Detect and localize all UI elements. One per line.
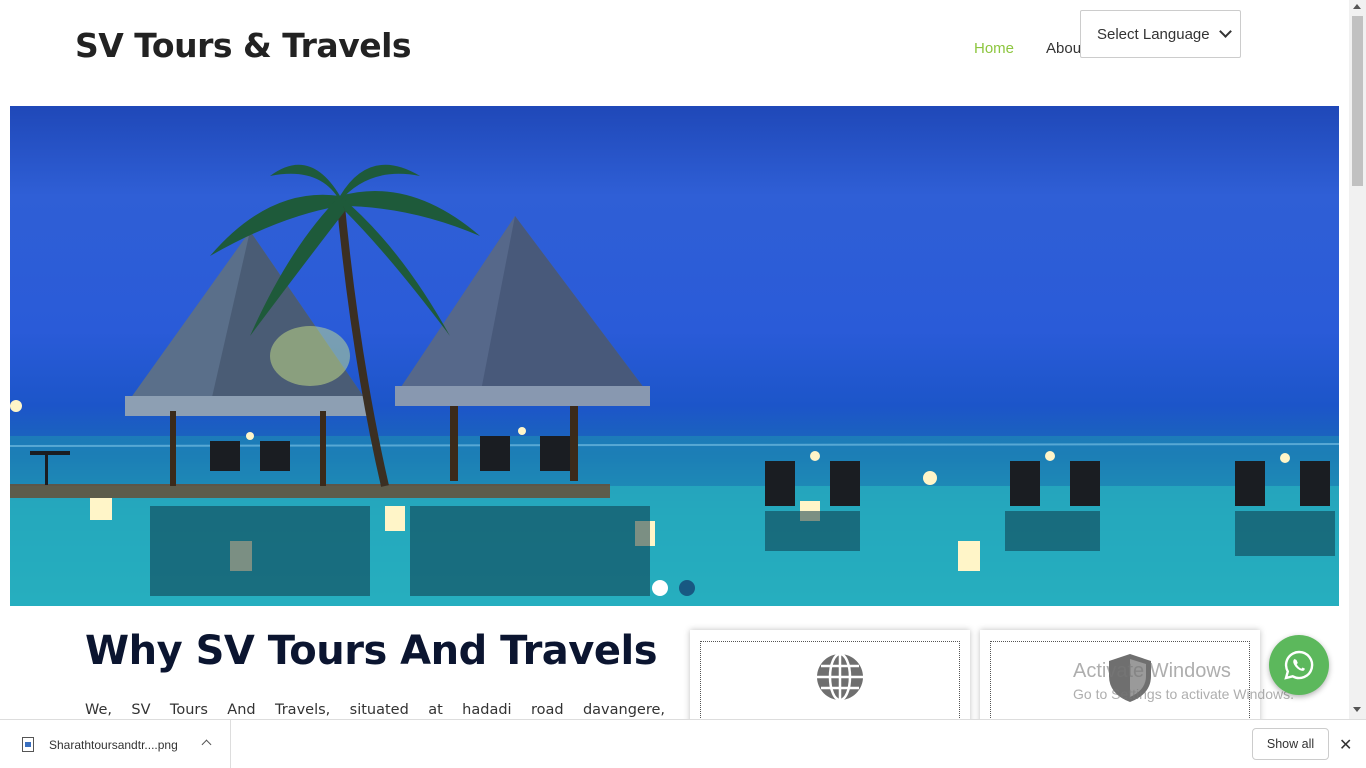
activate-windows-watermark: Activate Windows Go to Settings to activ…: [1073, 660, 1294, 702]
download-filename: Sharathtoursandtr....png: [49, 738, 178, 752]
watermark-title: Activate Windows: [1073, 660, 1231, 682]
image-file-icon: [22, 737, 34, 752]
hero-image: [10, 164, 1339, 606]
chevron-down-icon: [1219, 25, 1232, 38]
scroll-down-icon[interactable]: [1353, 707, 1361, 712]
section-title: Why SV Tours And Travels: [85, 628, 658, 674]
chevron-up-icon[interactable]: [201, 739, 212, 750]
site-brand[interactable]: SV Tours & Travels: [75, 26, 412, 65]
hero-slider[interactable]: [10, 106, 1339, 606]
download-item[interactable]: Sharathtoursandtr....png: [0, 720, 231, 768]
nav-home[interactable]: Home: [974, 40, 1014, 57]
slider-dot-2[interactable]: [679, 580, 695, 596]
whatsapp-button[interactable]: [1269, 635, 1329, 695]
download-bar: Sharathtoursandtr....png Show all ✕: [0, 719, 1366, 768]
scrollbar-thumb[interactable]: [1352, 16, 1363, 186]
language-select-label: Select Language: [1097, 25, 1210, 43]
scroll-up-icon[interactable]: [1353, 4, 1361, 9]
slider-dots: [652, 580, 695, 596]
watermark-subtitle: Go to Settings to activate Windows.: [1073, 686, 1294, 702]
whatsapp-icon: [1284, 650, 1314, 680]
show-all-button[interactable]: Show all: [1252, 728, 1329, 760]
nav-about[interactable]: Abou: [1046, 40, 1081, 57]
page-scrollbar[interactable]: [1349, 0, 1366, 719]
language-select[interactable]: Select Language: [1080, 10, 1241, 58]
site-header: SV Tours & Travels Home Abou act Select …: [0, 0, 1349, 106]
close-icon[interactable]: ✕: [1339, 735, 1352, 755]
feature-card[interactable]: [690, 630, 970, 740]
globe-icon: [817, 652, 863, 702]
slider-dot-1[interactable]: [652, 580, 668, 596]
